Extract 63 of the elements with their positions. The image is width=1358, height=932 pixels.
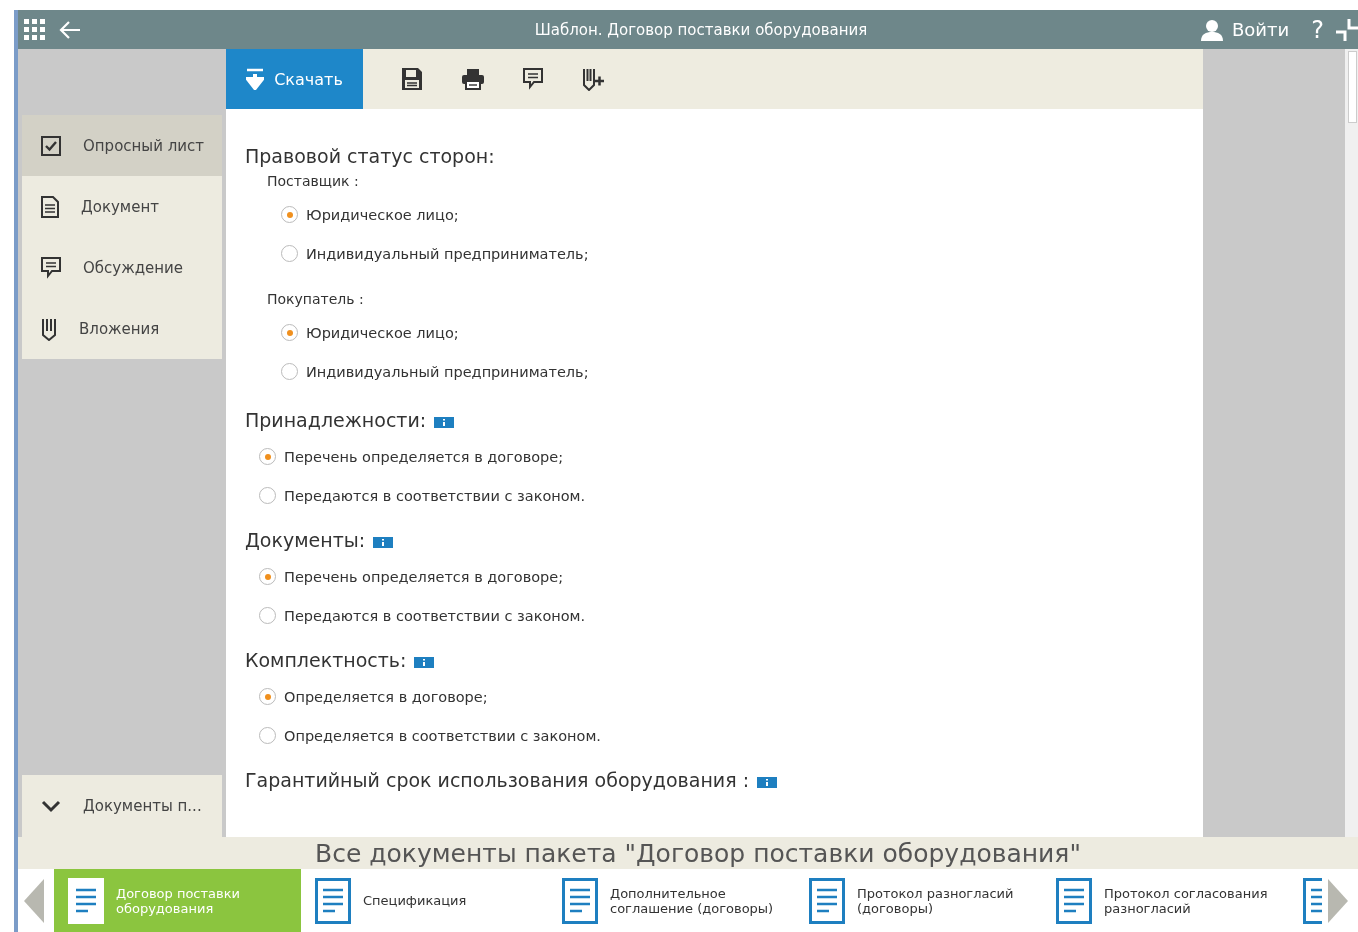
collapse-icon[interactable] <box>1336 18 1358 41</box>
info-icon[interactable] <box>757 776 778 788</box>
login-button[interactable]: Войти <box>1200 18 1290 41</box>
add-attachment-icon[interactable] <box>581 67 605 91</box>
packages-item[interactable]: Документы п... <box>22 775 222 837</box>
field-label: Покупатель : <box>267 291 365 307</box>
radio-option[interactable]: Индивидуальный предприниматель; <box>267 234 1203 273</box>
field-label: Поставщик : <box>267 173 360 189</box>
document-icon <box>809 877 845 924</box>
section-heading: Принадлежности: <box>245 409 427 431</box>
document-icon <box>315 877 351 924</box>
paperclip-icon <box>41 316 57 341</box>
section-heading: Комплектность: <box>245 649 407 671</box>
radio-button[interactable] <box>259 487 276 504</box>
info-icon[interactable] <box>414 656 435 668</box>
radio-option[interactable]: Индивидуальный предприниматель; <box>267 352 1203 391</box>
radio-button[interactable] <box>259 568 276 585</box>
download-icon <box>246 68 265 90</box>
printer-icon[interactable] <box>461 68 485 90</box>
radio-button[interactable] <box>281 324 298 341</box>
radio-button[interactable] <box>259 688 276 705</box>
document-icon <box>68 877 104 924</box>
document-icon <box>1056 877 1092 924</box>
window-title: Шаблон. Договор поставки оборудования <box>533 20 869 39</box>
radio-button[interactable] <box>281 363 298 380</box>
radio-button[interactable] <box>281 245 298 262</box>
radio-button[interactable] <box>259 727 276 744</box>
save-icon[interactable] <box>401 67 423 91</box>
document-icon <box>41 195 59 218</box>
radio-button[interactable] <box>281 206 298 223</box>
package-title: Все документы пакета "Договор поставки оборудования" <box>314 838 1081 868</box>
user-icon <box>1200 18 1224 41</box>
help-button[interactable]: ? <box>1311 15 1324 44</box>
download-button[interactable]: Скачать <box>226 49 363 109</box>
section-heading: Правовой статус сторон: <box>245 145 495 167</box>
next-arrow-icon[interactable] <box>1328 878 1348 923</box>
radio-option[interactable]: Определяется в договоре; <box>259 677 1203 716</box>
radio-option[interactable]: Передаются в соответствии с законом. <box>259 596 1203 635</box>
sidebar-item[interactable]: Вложения <box>22 298 222 359</box>
radio-option[interactable]: Перечень определяется в договоре; <box>259 437 1203 476</box>
radio-button[interactable] <box>259 607 276 624</box>
comment-icon <box>41 256 61 279</box>
info-icon[interactable] <box>434 416 455 428</box>
radio-option[interactable]: Перечень определяется в договоре; <box>259 557 1203 596</box>
checkbox-icon <box>41 135 61 156</box>
sidebar-item[interactable]: Обсуждение <box>22 237 222 298</box>
back-arrow-icon[interactable] <box>58 18 82 41</box>
chevron-icon <box>41 799 61 813</box>
section-heading: Гарантийный срок использования оборудования : <box>245 769 750 791</box>
radio-option[interactable]: Юридическое лицо; <box>267 313 1203 352</box>
document-icon <box>562 877 598 924</box>
section-heading: Документы: <box>245 529 366 551</box>
radio-option[interactable]: Юридическое лицо; <box>267 195 1203 234</box>
previous-arrow-icon[interactable] <box>24 878 44 923</box>
radio-option[interactable]: Определяется в соответствии с законом. <box>259 716 1203 755</box>
sidebar-item[interactable]: Опросный лист <box>22 115 222 176</box>
radio-button[interactable] <box>259 448 276 465</box>
apps-grid-icon[interactable] <box>24 18 46 41</box>
comment-icon[interactable] <box>523 68 543 90</box>
info-icon[interactable] <box>373 536 394 548</box>
radio-option[interactable]: Передаются в соответствии с законом. <box>259 476 1203 515</box>
scrollbar[interactable] <box>1345 49 1358 837</box>
sidebar-item[interactable]: Документ <box>22 176 222 237</box>
